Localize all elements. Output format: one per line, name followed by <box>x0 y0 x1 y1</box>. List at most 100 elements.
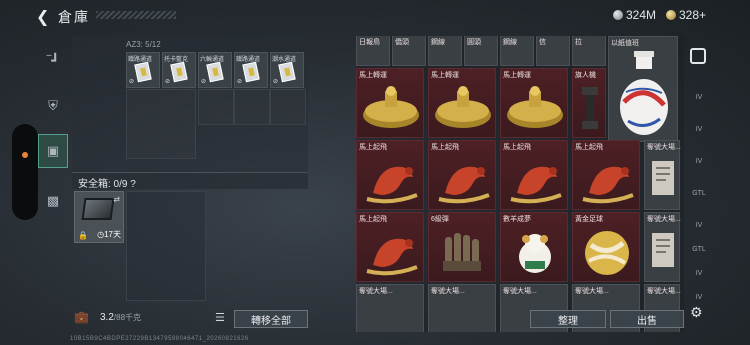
currency-gold-value: 328+ <box>679 8 707 22</box>
gold-ball-icon <box>585 231 629 275</box>
page-tab[interactable]: IV <box>686 86 712 108</box>
grid-slot[interactable]: 馬上轉運 <box>356 68 424 138</box>
dumbbell-icon <box>582 87 598 129</box>
empty-slot[interactable] <box>126 89 196 159</box>
page-tab[interactable]: GTL <box>686 238 712 260</box>
item-label: 馬上轉運 <box>503 72 531 79</box>
document-icon <box>652 161 674 195</box>
item-label: 信 <box>539 39 546 46</box>
page-tab[interactable]: IV <box>686 214 712 236</box>
sell-button[interactable]: 出售 <box>610 310 684 328</box>
item-label: 黃金足球 <box>575 216 603 223</box>
empty-slot[interactable] <box>270 89 306 125</box>
empty-slot[interactable] <box>198 89 234 125</box>
ticket-card-icon <box>242 61 260 83</box>
gun-icon: ‾┛ <box>46 53 60 68</box>
transfer-all-button[interactable]: 轉移全部 <box>234 310 308 328</box>
grid-slot[interactable]: 馬上起飛 <box>356 140 424 210</box>
grid-slot[interactable]: 拉 <box>572 36 606 66</box>
red-horse-icon <box>366 166 418 204</box>
gear-icon[interactable]: ⚙ <box>690 304 703 321</box>
notification-dot <box>22 152 28 158</box>
swap-icon[interactable]: ⇄ <box>113 195 120 204</box>
page-tab-label: IV <box>695 293 703 301</box>
nav-weapons[interactable]: ‾┛ <box>38 44 68 78</box>
warehouse-screen: ❮ 倉庫 324M 328+ ‾┛ ⛨ ▣ ▩ AZ3: 5/12 鐵路通道 ⊘ … <box>0 0 750 345</box>
nav-cases[interactable]: ▩ <box>38 184 68 218</box>
nav-backpack[interactable]: ▣ <box>38 134 68 168</box>
item-label: 馬上起飛 <box>503 144 531 151</box>
page-tab[interactable]: IV <box>686 262 712 284</box>
page-tab-label: GTL <box>692 189 706 197</box>
page-tab[interactable]: IV <box>686 150 712 172</box>
safe-box-icon <box>81 198 115 220</box>
item-label: 馬上轉運 <box>431 72 459 79</box>
weight-indicator: 3.2/88千克 <box>100 312 141 323</box>
lock-icon: 🔒 <box>78 231 88 240</box>
grid-slot[interactable]: 鋼線 <box>428 36 462 66</box>
item-label: 6級彈 <box>431 216 449 223</box>
item-label: 鋼線 <box>503 39 517 46</box>
grid-slot[interactable]: 數羊成夢 <box>500 212 568 282</box>
grid-slot[interactable]: 6級彈 <box>428 212 496 282</box>
nav-equipment[interactable]: ⛨ <box>38 89 68 123</box>
container-item[interactable]: 鐵路通道 ⊘ <box>126 52 160 88</box>
top-bar: ❮ 倉庫 324M 328+ <box>0 0 750 32</box>
no-trade-icon: ⊘ <box>237 79 243 85</box>
ticket-card-icon <box>278 61 296 83</box>
no-trade-icon: ⊘ <box>201 79 207 85</box>
item-label: 旗人機 <box>575 72 596 79</box>
red-horse-icon <box>438 166 490 204</box>
list-icon[interactable]: ☰ <box>215 311 225 324</box>
container-item[interactable]: 六輪通道 ⊘ <box>198 52 232 88</box>
grid-slot[interactable]: 僑頭 <box>392 36 426 66</box>
container-item[interactable]: 托卡藍克 ⊘ <box>162 52 196 88</box>
grid-slot[interactable]: 圓頭 <box>464 36 498 66</box>
briefcase-icon: ▩ <box>46 193 60 208</box>
no-trade-icon: ⊘ <box>165 79 171 85</box>
item-label: 拉 <box>575 39 582 46</box>
grid-slot-large[interactable]: 以紙值班 <box>608 36 678 142</box>
grid-slot[interactable]: 奪號大場... <box>428 284 496 332</box>
grid-slot[interactable]: 馬上起飛 <box>428 140 496 210</box>
grid-slot[interactable]: 日報鳥 <box>356 36 390 66</box>
grid-slot[interactable]: 馬上起飛 <box>572 140 640 210</box>
grid-slot[interactable]: 馬上起飛 <box>356 212 424 282</box>
container-item[interactable]: 鐵路通道 ⊘ <box>234 52 268 88</box>
grid-slot[interactable]: 奪號大場... <box>644 212 681 282</box>
container-item[interactable]: 潮水通道 ⊘ <box>270 52 304 88</box>
item-label: 馬上起飛 <box>575 144 603 151</box>
grid-slot[interactable]: 奪號大場... <box>644 140 681 210</box>
organize-button[interactable]: 整理 <box>530 310 606 328</box>
grid-slot[interactable]: 黃金足球 <box>572 212 640 282</box>
grid-slot[interactable]: 馬上轉運 <box>428 68 496 138</box>
page-tab-label: GTL <box>692 245 706 253</box>
inventory-grid: 日報鳥 僑頭 鋼線 圓頭 鋼線 信 拉 以紙值班 馬上轉運 馬上轉運 馬上轉運 <box>356 36 684 332</box>
grid-slot[interactable]: 馬上轉運 <box>500 68 568 138</box>
weight-unit: /88千克 <box>113 313 142 322</box>
category-nav: ‾┛ ⛨ ▣ ▩ <box>38 34 68 234</box>
item-label: 奪號大場... <box>647 288 681 295</box>
empty-slot[interactable] <box>234 89 270 125</box>
grid-slot[interactable]: 奪號大場... <box>356 284 424 332</box>
build-id: 10B15B9C4BDPE27229B13479598046471_202608… <box>70 336 249 342</box>
currency-gold[interactable]: 328+ <box>666 8 706 22</box>
safe-box-item[interactable]: ⇄ 🔒 ◷17天 <box>74 191 124 243</box>
grid-slot[interactable]: 旗人機 <box>572 68 606 138</box>
helmet-icon: ⛨ <box>48 98 58 113</box>
silver-coin-icon <box>613 10 623 20</box>
chevron-left-icon[interactable]: ❮ <box>36 7 49 27</box>
gold-compass-icon <box>507 86 563 128</box>
grid-slot[interactable]: 信 <box>536 36 570 66</box>
porcelain-vase-icon <box>620 51 668 135</box>
grid-slot[interactable]: 馬上起飛 <box>500 140 568 210</box>
side-handle[interactable] <box>12 124 38 220</box>
page-tab-label: IV <box>695 269 703 277</box>
grid-slot[interactable]: 鋼線 <box>500 36 534 66</box>
page-tab[interactable]: IV <box>686 118 712 140</box>
page-title: 倉庫 <box>58 9 90 25</box>
document-icon <box>652 233 674 267</box>
sheep-icon <box>519 234 551 273</box>
ticket-card-icon <box>134 61 152 83</box>
page-tab[interactable]: GTL <box>686 182 712 204</box>
